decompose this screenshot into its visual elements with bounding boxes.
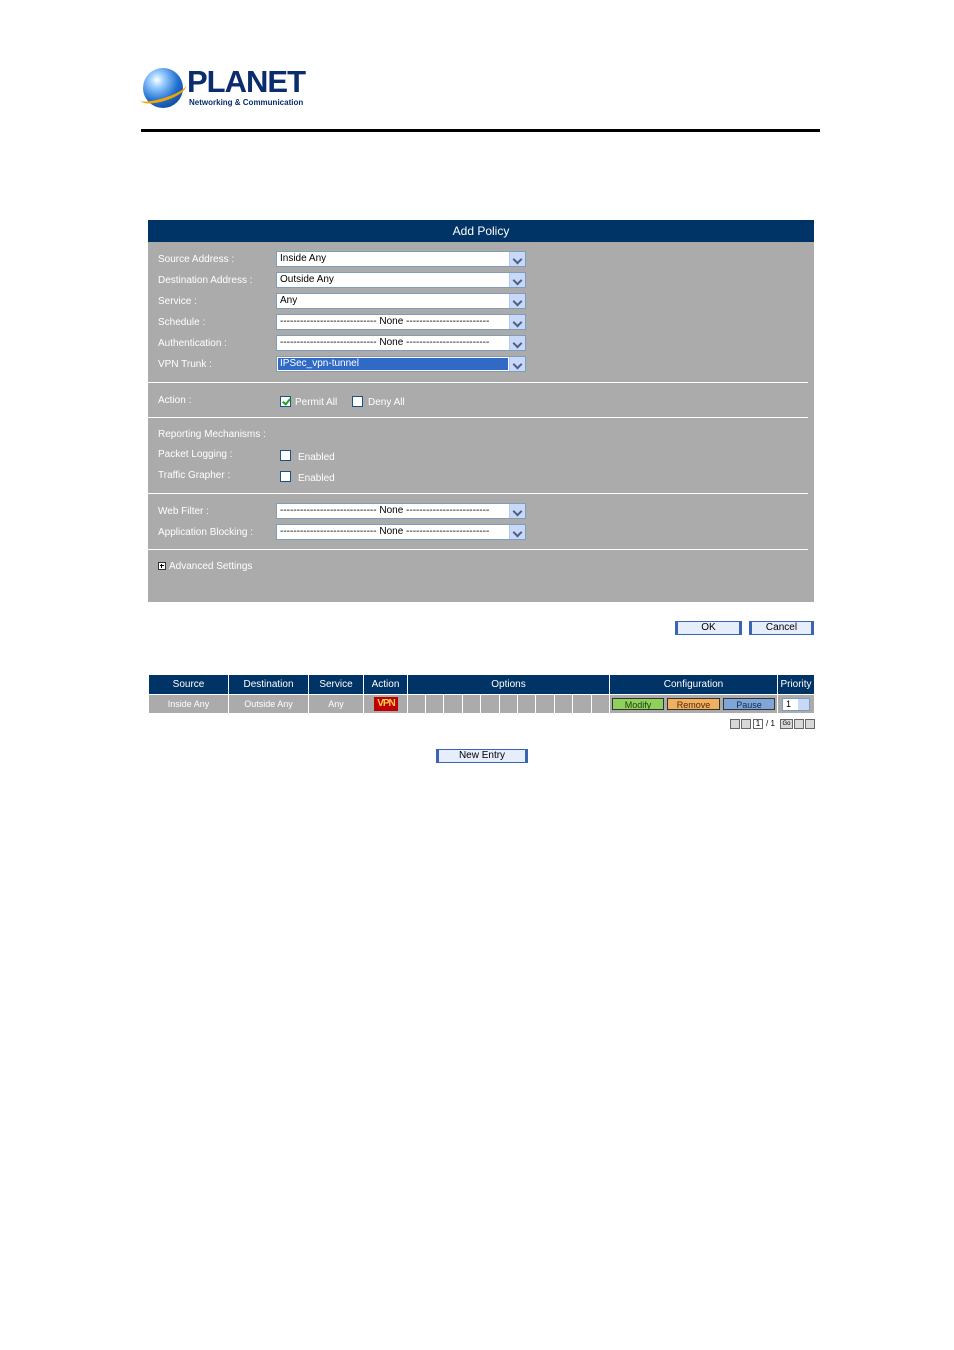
chevron-down-icon[interactable] bbox=[509, 525, 525, 539]
page-input[interactable]: 1 bbox=[753, 719, 763, 729]
app-blocking-select[interactable]: ----------------------------- None -----… bbox=[276, 524, 526, 540]
traffic-grapher-label: Traffic Grapher : bbox=[158, 470, 231, 481]
chevron-down-icon[interactable] bbox=[798, 699, 809, 710]
modify-button[interactable]: Modify bbox=[612, 698, 664, 710]
packet-logging-label: Packet Logging : bbox=[158, 449, 233, 460]
vpn-trunk-value: IPSec_vpn-tunnel bbox=[278, 358, 508, 370]
action-label: Action : bbox=[158, 395, 192, 406]
last-page-icon[interactable] bbox=[805, 719, 815, 729]
destination-address-value: Outside Any bbox=[280, 274, 334, 285]
service-value: Any bbox=[280, 295, 298, 306]
col-source: Source bbox=[149, 675, 229, 694]
cell-service: Any bbox=[309, 695, 364, 713]
vpn-badge: VPN bbox=[374, 697, 398, 711]
service-label: Service : bbox=[158, 296, 197, 307]
priority-select[interactable]: 1 bbox=[782, 698, 810, 711]
cell-destination: Outside Any bbox=[229, 695, 309, 713]
option-cell bbox=[463, 695, 481, 713]
cell-source: Inside Any bbox=[149, 695, 229, 713]
new-entry-button[interactable]: New Entry bbox=[436, 749, 528, 763]
col-configuration: Configuration bbox=[610, 675, 778, 694]
reporting-label: Reporting Mechanisms : bbox=[158, 429, 266, 440]
cell-priority: 1 bbox=[778, 695, 814, 713]
option-cell bbox=[500, 695, 518, 713]
vpn-trunk-label: VPN Trunk : bbox=[158, 359, 212, 370]
app-blocking-value: ----------------------------- None -----… bbox=[280, 526, 490, 537]
chevron-down-icon[interactable] bbox=[509, 357, 525, 371]
col-destination: Destination bbox=[229, 675, 309, 694]
pause-button[interactable]: Pause bbox=[723, 698, 775, 710]
page-total: / 1 bbox=[766, 719, 775, 728]
priority-value: 1 bbox=[786, 699, 792, 709]
source-address-value: Inside Any bbox=[280, 253, 327, 264]
col-priority: Priority bbox=[778, 675, 814, 694]
option-cell bbox=[444, 695, 463, 713]
traffic-grapher-checkbox[interactable] bbox=[280, 471, 291, 482]
packet-logging-checkbox[interactable] bbox=[280, 450, 291, 461]
vpn-trunk-select[interactable]: IPSec_vpn-tunnel bbox=[276, 356, 526, 372]
permit-all-checkbox[interactable] bbox=[280, 396, 291, 407]
option-cell bbox=[592, 695, 610, 713]
web-filter-label: Web Filter : bbox=[158, 506, 209, 517]
next-page-icon[interactable] bbox=[794, 719, 804, 729]
source-address-label: Source Address : bbox=[158, 254, 235, 265]
planet-logo: PLANET Networking & Communication bbox=[137, 64, 313, 112]
authentication-label: Authentication : bbox=[158, 338, 227, 349]
source-address-select[interactable]: Inside Any bbox=[276, 251, 526, 267]
traffic-grapher-enabled-label: Enabled bbox=[298, 473, 335, 484]
divider bbox=[148, 417, 808, 418]
option-cell bbox=[408, 695, 426, 713]
divider bbox=[148, 549, 808, 550]
ok-button[interactable]: OK bbox=[675, 621, 742, 635]
destination-address-label: Destination Address : bbox=[158, 275, 253, 286]
chevron-down-icon[interactable] bbox=[509, 273, 525, 287]
divider bbox=[148, 493, 808, 494]
first-page-icon[interactable] bbox=[730, 719, 740, 729]
schedule-value: ----------------------------- None -----… bbox=[280, 316, 490, 327]
web-filter-value: ----------------------------- None -----… bbox=[280, 505, 490, 516]
option-cell bbox=[555, 695, 573, 713]
option-cell bbox=[536, 695, 555, 713]
cell-action: VPN bbox=[364, 695, 408, 713]
chevron-down-icon[interactable] bbox=[509, 315, 525, 329]
app-blocking-label: Application Blocking : bbox=[158, 527, 254, 538]
chevron-down-icon[interactable] bbox=[509, 252, 525, 266]
destination-address-select[interactable]: Outside Any bbox=[276, 272, 526, 288]
cancel-button[interactable]: Cancel bbox=[749, 621, 814, 635]
authentication-select[interactable]: ----------------------------- None -----… bbox=[276, 335, 526, 351]
remove-button[interactable]: Remove bbox=[667, 698, 720, 710]
col-service: Service bbox=[309, 675, 364, 694]
option-cell bbox=[573, 695, 592, 713]
brand-tagline: Networking & Communication bbox=[189, 98, 304, 107]
option-cell bbox=[518, 695, 536, 713]
col-action: Action bbox=[364, 675, 408, 694]
prev-page-icon[interactable] bbox=[741, 719, 751, 729]
page-current: 1 bbox=[755, 719, 761, 728]
option-cell bbox=[426, 695, 444, 713]
go-button[interactable]: Go bbox=[780, 719, 793, 729]
pagination: 1 / 1 Go bbox=[730, 719, 815, 730]
advanced-settings-link[interactable]: Advanced Settings bbox=[169, 561, 252, 572]
expand-plus-icon[interactable] bbox=[158, 562, 166, 570]
web-filter-select[interactable]: ----------------------------- None -----… bbox=[276, 503, 526, 519]
schedule-select[interactable]: ----------------------------- None -----… bbox=[276, 314, 526, 330]
chevron-down-icon[interactable] bbox=[509, 504, 525, 518]
add-policy-panel: Add Policy Source Address : Inside Any D… bbox=[148, 220, 814, 602]
deny-all-checkbox[interactable] bbox=[352, 396, 363, 407]
brand-name: PLANET bbox=[187, 64, 306, 99]
header-rule bbox=[141, 129, 820, 132]
deny-all-label: Deny All bbox=[368, 397, 405, 408]
packet-logging-enabled-label: Enabled bbox=[298, 452, 335, 463]
chevron-down-icon[interactable] bbox=[509, 336, 525, 350]
col-options: Options bbox=[408, 675, 610, 694]
panel-title: Add Policy bbox=[148, 220, 814, 242]
option-cell bbox=[481, 695, 500, 713]
authentication-value: ----------------------------- None -----… bbox=[280, 337, 490, 348]
service-select[interactable]: Any bbox=[276, 293, 526, 309]
permit-all-label: Permit All bbox=[295, 397, 338, 408]
schedule-label: Schedule : bbox=[158, 317, 206, 328]
divider bbox=[148, 382, 808, 383]
cell-configuration: Modify Remove Pause bbox=[610, 695, 778, 713]
chevron-down-icon[interactable] bbox=[509, 294, 525, 308]
